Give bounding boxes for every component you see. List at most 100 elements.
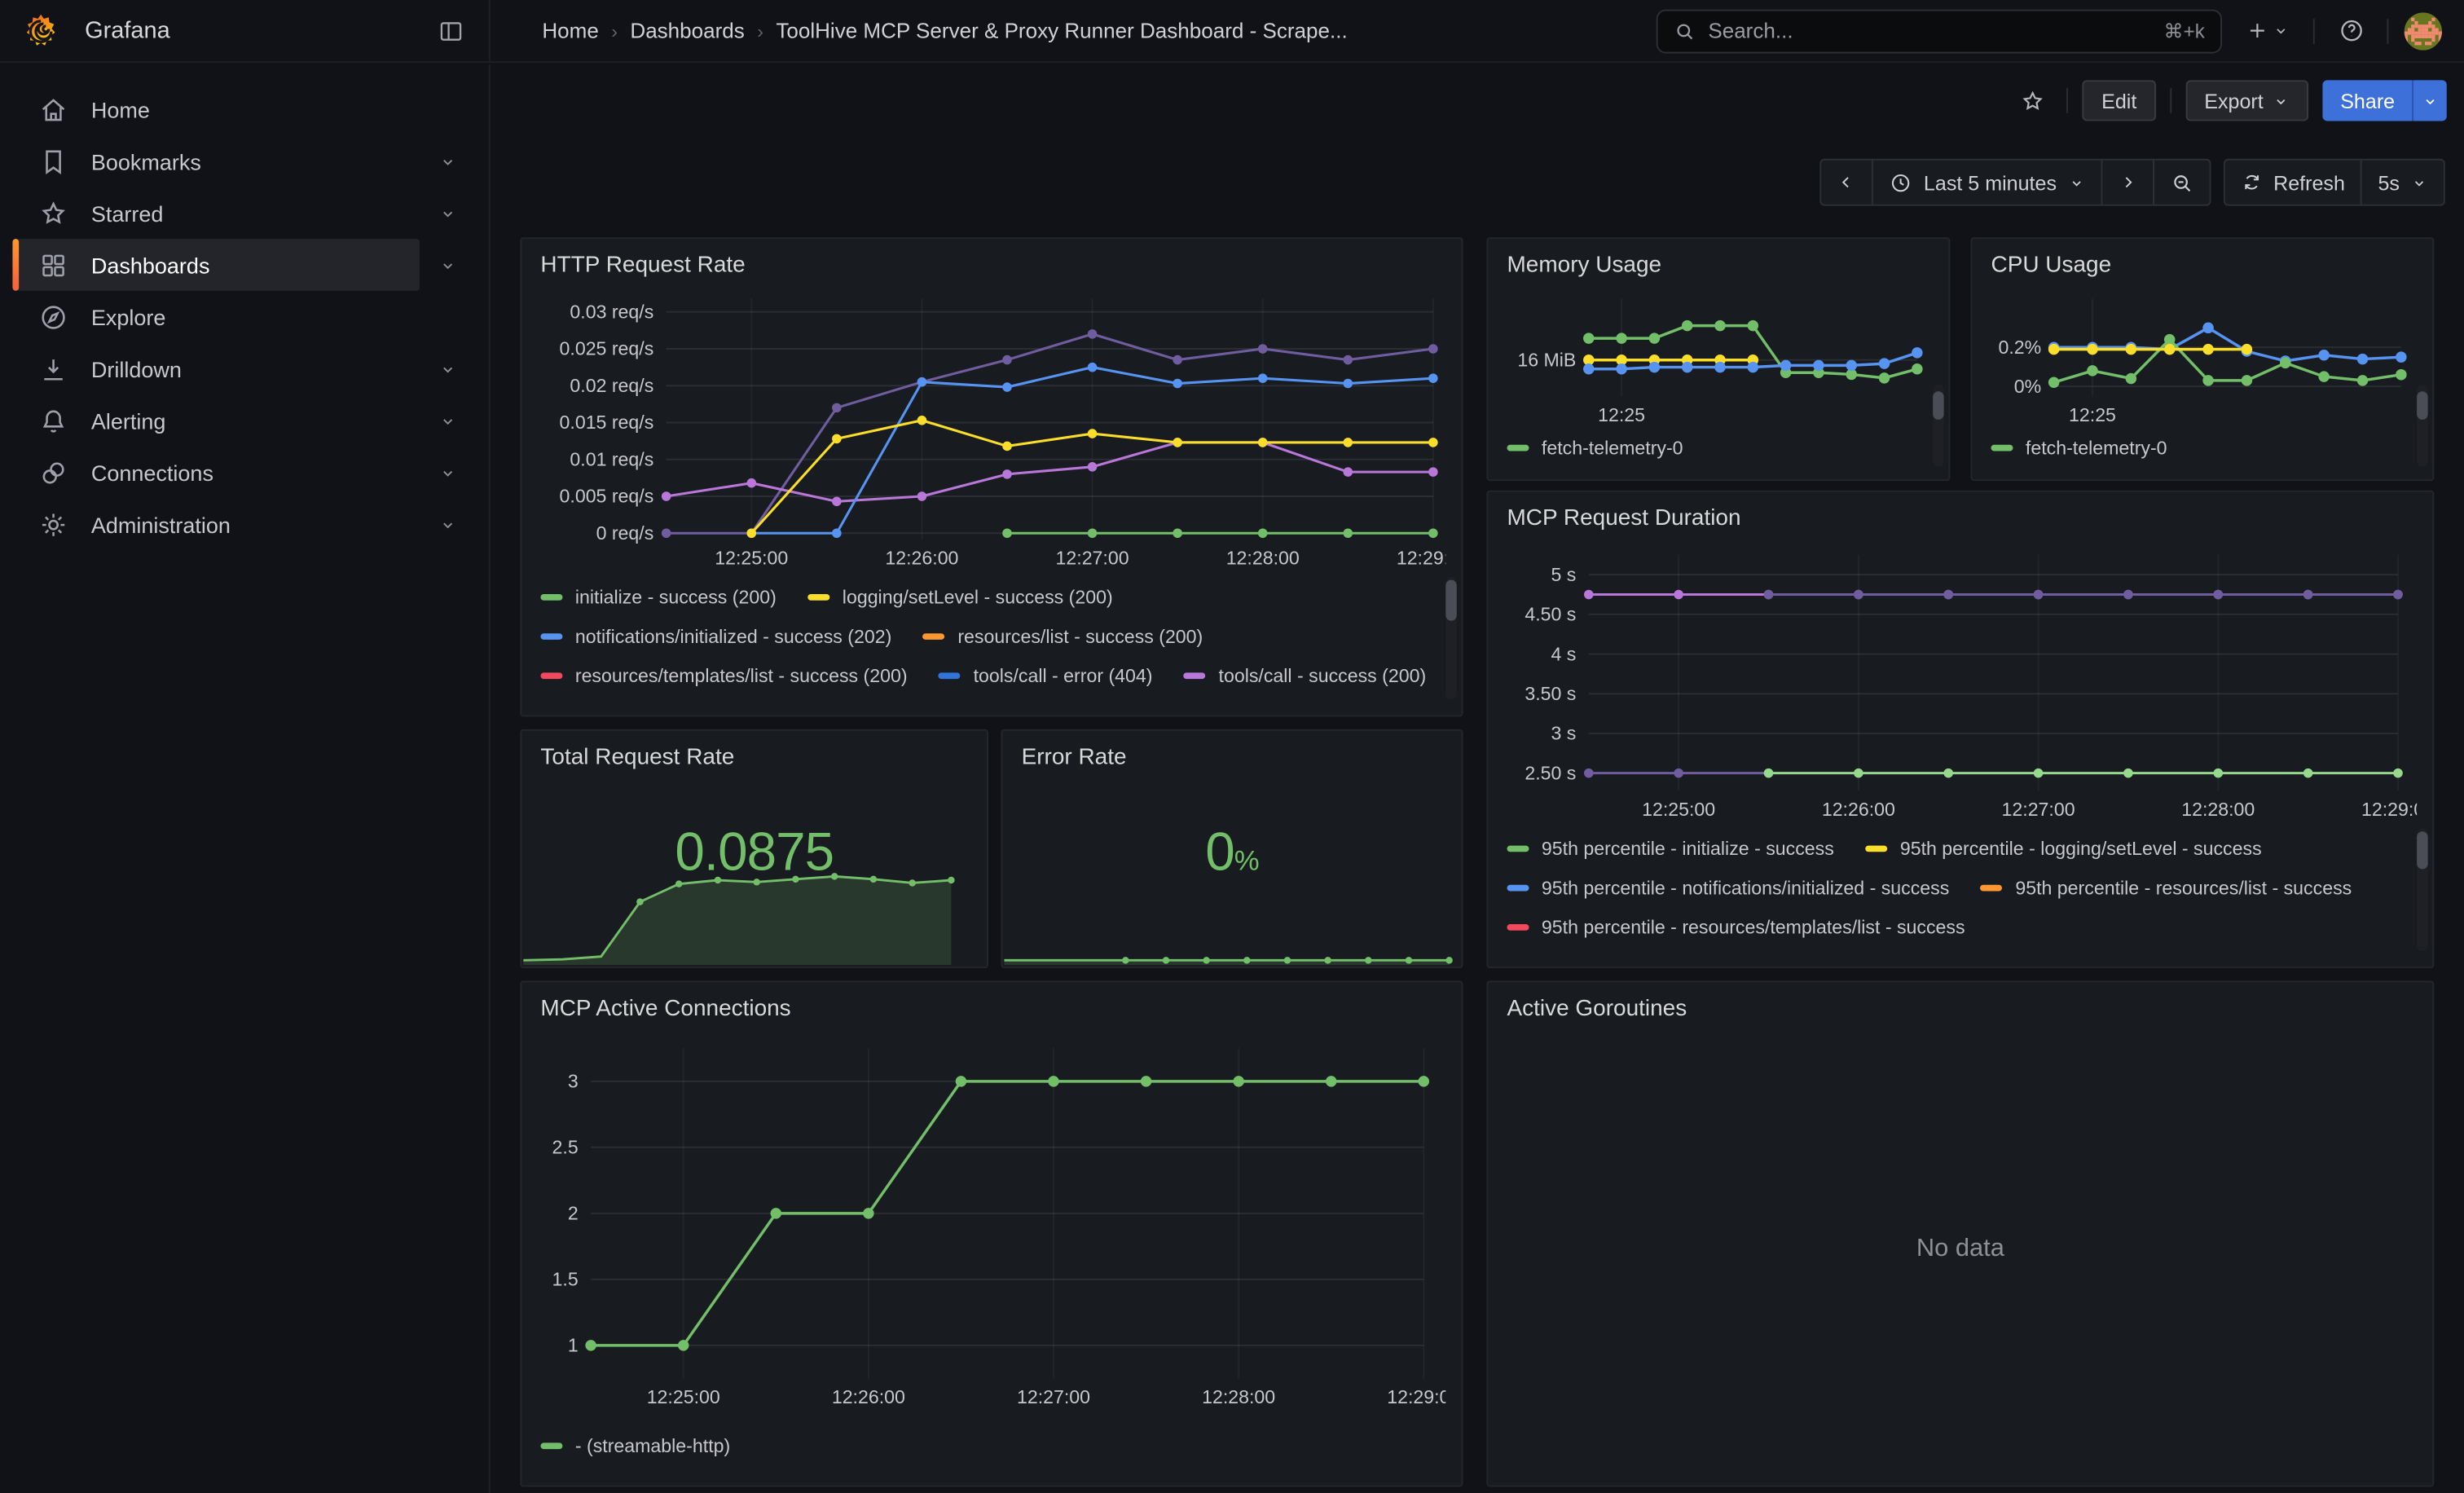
breadcrumb-separator: › (745, 20, 777, 42)
sidebar-item-connections[interactable]: Connections (12, 447, 419, 499)
top-bar-actions (2237, 11, 2464, 51)
breadcrumb-item[interactable]: Home (542, 19, 598, 42)
breadcrumb-item[interactable]: Dashboards (630, 19, 744, 42)
share-button[interactable]: Share (2323, 80, 2412, 121)
panel-title[interactable]: CPU Usage (1991, 249, 2413, 283)
svg-text:12:29:00: 12:29:00 (1397, 547, 1445, 568)
svg-text:2: 2 (568, 1203, 579, 1224)
sidebar-item-administration[interactable]: Administration (12, 498, 419, 550)
sidebar-item-explore[interactable]: Explore (12, 291, 476, 343)
refresh-button[interactable]: Refresh (2223, 159, 2362, 206)
time-range-picker[interactable]: Last 5 minutes (1872, 159, 2102, 206)
chevron-down-icon[interactable] (420, 239, 476, 291)
legend-item[interactable]: 95th percentile - resources/templates/li… (1507, 908, 1965, 947)
sidebar-item-bookmarks[interactable]: Bookmarks (12, 135, 419, 187)
panel-title[interactable]: MCP Request Duration (1507, 501, 2413, 535)
sidebar-item-drilldown[interactable]: Drilldown (12, 342, 419, 394)
scrollbar-thumb[interactable] (1445, 580, 1457, 621)
chevron-down-icon (2067, 174, 2084, 191)
help-button[interactable] (2330, 11, 2371, 51)
svg-text:0.03 req/s: 0.03 req/s (570, 301, 653, 322)
chevron-down-icon[interactable] (420, 342, 476, 394)
legend-item[interactable]: 95th percentile - logging/setLevel - suc… (1865, 830, 2261, 869)
memory-usage-chart[interactable]: 16 MiB12:25 (1507, 283, 1933, 425)
sidebar-toggle-icon[interactable] (432, 11, 469, 49)
plus-icon (2246, 19, 2269, 42)
panel-title[interactable]: MCP Active Connections (540, 992, 1442, 1026)
search-input[interactable]: Search... ⌘+k (1657, 9, 2222, 53)
divider (2067, 88, 2069, 113)
svg-text:0.015 req/s: 0.015 req/s (560, 412, 654, 433)
legend-label: 95th percentile - initialize - success (1542, 838, 1834, 860)
legend-item[interactable]: resources/list - success (200) (923, 616, 1203, 655)
legend-label: 95th percentile - notifications/initiali… (1542, 877, 1949, 899)
chevron-down-icon (2410, 174, 2427, 191)
divider (2313, 18, 2315, 43)
legend-item[interactable]: fetch-telemetry-0 (1991, 428, 2167, 466)
time-back-button[interactable] (1820, 159, 1874, 206)
grafana-logo-icon[interactable] (22, 11, 59, 49)
legend-item[interactable]: unknown - success (200) (809, 694, 1054, 702)
mcp-active-connections-chart[interactable]: 32.521.5112:25:0012:26:0012:27:0012:28:0… (540, 1026, 1445, 1422)
legend-swatch (1184, 672, 1206, 678)
sidebar-item-home[interactable]: Home (12, 83, 476, 135)
legend-item[interactable]: 95th percentile - initialize - success (1507, 830, 1833, 869)
zoom-out-button[interactable] (2153, 159, 2211, 206)
refresh-interval-picker[interactable]: 5s (2361, 159, 2445, 206)
export-button[interactable]: Export (2185, 80, 2309, 121)
legend-item[interactable]: notifications/initialized - success (202… (540, 616, 891, 655)
legend-item[interactable]: - (streamable-http) (540, 1425, 730, 1464)
time-forward-button[interactable] (2101, 159, 2154, 206)
legend-swatch (1991, 445, 2013, 451)
apps-icon (37, 249, 69, 281)
add-button[interactable] (2237, 11, 2297, 51)
panel-title[interactable]: Error Rate (1022, 740, 1127, 774)
svg-text:12:29:00: 12:29:00 (2361, 799, 2417, 820)
panel-title[interactable]: Active Goroutines (1507, 992, 2413, 1026)
sidebar-item-label: Alerting (91, 407, 166, 433)
chevron-down-icon[interactable] (420, 187, 476, 239)
sidebar-item-starred[interactable]: Starred (12, 187, 419, 239)
legend-item[interactable]: tools/call - success (200) (1184, 655, 1426, 694)
legend-item[interactable]: logging/setLevel - success (200) (807, 577, 1112, 616)
legend-item[interactable]: resources/templates/list - success (200) (540, 655, 907, 694)
legend-item[interactable]: 95th percentile - resources/list - succe… (1981, 869, 2352, 908)
share-menu-button[interactable] (2412, 80, 2446, 121)
cpu-usage-chart[interactable]: 0.2%0%12:25 (1991, 283, 2417, 425)
legend-item[interactable]: 95th percentile - notifications/initiali… (1507, 869, 1949, 908)
scrollbar-thumb[interactable] (2417, 391, 2428, 420)
chevron-down-icon[interactable] (420, 447, 476, 499)
svg-text:12:27:00: 12:27:00 (1056, 547, 1129, 568)
breadcrumb-separator: › (599, 20, 631, 42)
chevron-down-icon[interactable] (420, 394, 476, 447)
svg-text:12:26:00: 12:26:00 (832, 1386, 905, 1407)
sidebar-item-dashboards[interactable]: Dashboards (12, 239, 419, 291)
panel-title[interactable]: Memory Usage (1507, 249, 1929, 283)
panel-title[interactable]: Total Request Rate (540, 740, 734, 774)
sidebar-item-alerting[interactable]: Alerting (12, 394, 419, 447)
stat-value: 0.0875 (675, 823, 834, 884)
legend-item[interactable]: fetch-telemetry-0 (1507, 428, 1683, 466)
scrollbar-thumb[interactable] (1933, 391, 1944, 420)
user-avatar[interactable] (2405, 11, 2442, 49)
mcp-request-duration-chart[interactable]: 5 s4.50 s4 s3.50 s3 s2.50 s12:25:0012:26… (1507, 536, 2417, 826)
chevron-down-icon[interactable] (420, 498, 476, 550)
legend-swatch (1865, 846, 1887, 852)
legend-label: 95th percentile - resources/list - succe… (2015, 877, 2352, 899)
sidebar-row: Starred (0, 187, 489, 239)
favorite-star-button[interactable] (2012, 80, 2053, 121)
http-request-rate-chart[interactable]: 0.03 req/s0.025 req/s0.02 req/s0.015 req… (540, 283, 1445, 574)
time-range-label: Last 5 minutes (1924, 170, 2057, 194)
panel-title[interactable]: HTTP Request Rate (540, 249, 1442, 283)
legend-item[interactable]: tools/list - success (200) (540, 694, 777, 702)
connections-icon (37, 456, 69, 488)
grafana-app: Grafana Home›Dashboards›ToolHive MCP Ser… (0, 0, 2464, 1493)
edit-button[interactable]: Edit (2083, 80, 2155, 121)
star-icon (37, 197, 69, 229)
star-icon (2019, 87, 2046, 114)
legend-item[interactable]: tools/call - error (404) (939, 655, 1152, 694)
legend-item[interactable]: initialize - success (200) (540, 577, 776, 616)
chevron-down-icon[interactable] (420, 135, 476, 187)
svg-text:2.50 s: 2.50 s (1525, 762, 1576, 783)
scrollbar-thumb[interactable] (2417, 831, 2428, 869)
